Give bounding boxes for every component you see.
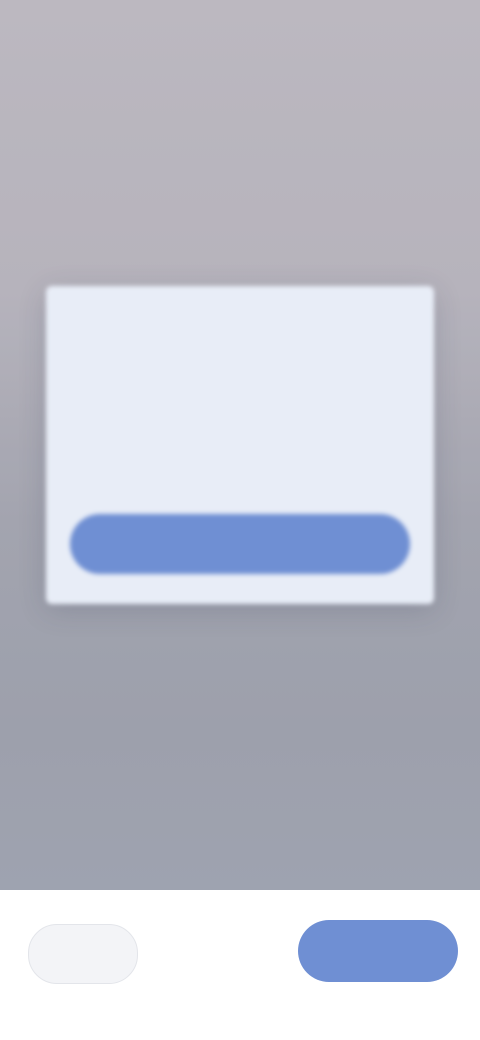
back-button[interactable] (28, 924, 138, 984)
info-dialog (46, 286, 434, 604)
dialog-confirm-button[interactable] (70, 514, 410, 574)
next-button[interactable] (298, 920, 458, 982)
bottom-action-bar (0, 890, 480, 1040)
